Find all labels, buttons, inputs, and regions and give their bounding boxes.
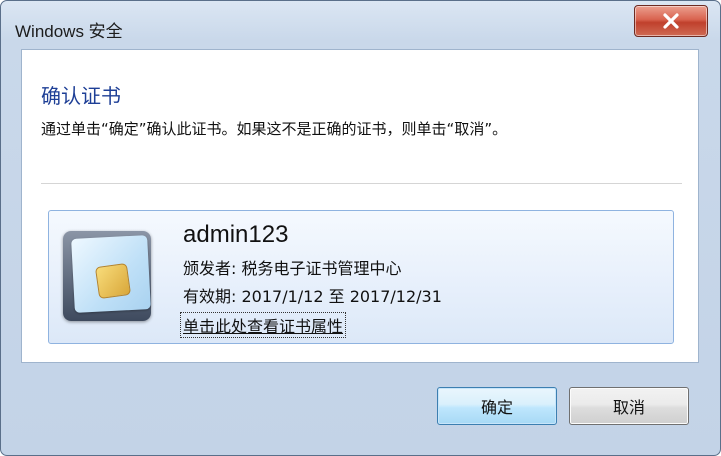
certificate-issuer: 颁发者: 税务电子证书管理中心 [183,259,402,278]
cancel-button[interactable]: 取消 [569,387,689,425]
view-certificate-properties-link[interactable]: 单击此处查看证书属性 [179,312,347,338]
certificate-validity: 有效期: 2017/1/12 至 2017/12/31 [183,287,442,306]
close-button[interactable] [634,5,708,37]
close-icon [663,13,679,29]
title-bar[interactable]: Windows 安全 [1,1,720,49]
windows-security-dialog: Windows 安全 确认证书 通过单击“确定”确认此证书。如果这不是正确的证书… [0,0,721,456]
certificate-name: admin123 [183,221,289,248]
chip-icon [94,262,132,300]
separator [41,183,682,184]
ok-button[interactable]: 确定 [437,387,557,425]
dialog-content: 确认证书 通过单击“确定”确认此证书。如果这不是正确的证书，则单击“取消”。 a… [21,49,699,363]
dialog-description: 通过单击“确定”确认此证书。如果这不是正确的证书，则单击“取消”。 [41,120,508,138]
window-title: Windows 安全 [15,22,123,41]
smart-card-icon [63,231,151,321]
certificate-tile[interactable]: admin123 颁发者: 税务电子证书管理中心 有效期: 2017/1/12 … [48,210,674,344]
dialog-heading: 确认证书 [41,84,121,108]
